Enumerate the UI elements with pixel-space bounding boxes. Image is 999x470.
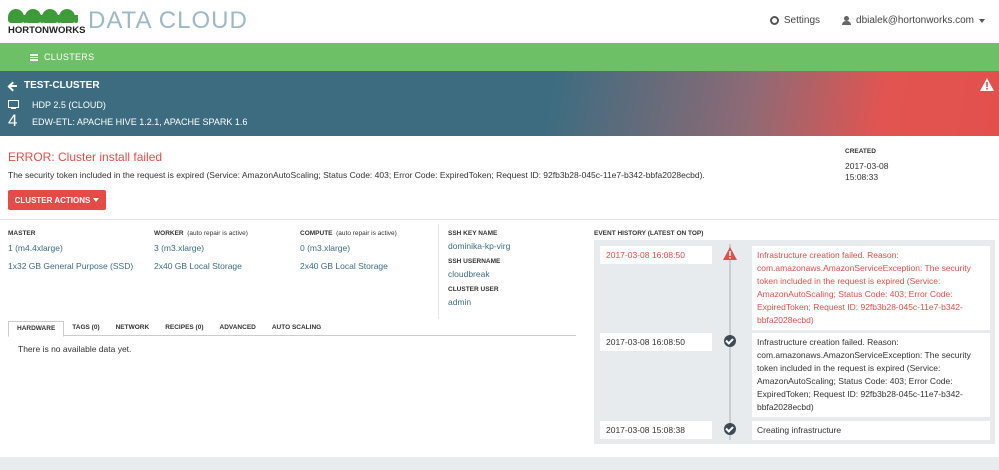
ssh-key-value: dominika-kp-virg [448,241,511,251]
worker-note: (auto repair is active) [187,230,248,237]
cluster-user-label: CLUSTER USER [448,286,499,293]
master-storage: 1x32 GB General Purpose (SSD) [8,261,134,271]
monitor-icon [8,100,19,109]
cluster-name: TEST-CLUSTER [24,80,100,91]
settings-label: Settings [783,15,821,26]
footer [0,457,999,470]
user-menu[interactable]: dbialek@hortonworks.com [842,15,985,26]
tab-recipes[interactable]: RECIPES (0) [157,321,211,335]
warning-icon [723,247,737,260]
back-to-clusters[interactable]: TEST-CLUSTER [8,80,100,91]
created-time: 15:08:33 [845,172,879,182]
divider [0,219,999,220]
event-message: Infrastructure creation failed. Reason: … [752,246,990,330]
hortonworks-logo[interactable]: HORTONWORKS [8,6,86,36]
divider [438,224,439,319]
compute-count: 0 (m3.xlarge) [300,243,351,253]
cluster-actions-button[interactable]: CLUSTER ACTIONS [8,190,106,210]
event-date: 2017-03-08 16:08:50 [600,333,712,351]
check-icon [723,422,737,436]
user-email: dbialek@hortonworks.com [856,15,974,26]
clusters-nav-link[interactable]: CLUSTERS [30,52,94,62]
no-data-message: There is no available data yet. [18,344,132,354]
compute-label: COMPUTE [300,230,333,237]
master-count: 1 (m4.4xlarge) [8,243,63,253]
settings-link[interactable]: Settings [769,15,821,26]
chevron-down-icon [93,198,100,202]
tab-hardware[interactable]: HARDWARE [8,321,65,337]
arrow-left-icon [8,81,18,91]
worker-storage: 2x40 GB Local Storage [154,261,242,271]
nav-bar: CLUSTERS [0,43,999,71]
warning-icon [980,78,994,91]
error-title: ERROR: Cluster install failed [8,150,163,164]
node-count: 4 [8,111,18,130]
compute-label-row: COMPUTE (auto repair is active) [300,230,397,237]
clusters-nav-label: CLUSTERS [44,52,95,62]
cluster-banner: TEST-CLUSTER HDP 2.5 (CLOUD) 4 EDW-ETL: … [0,71,999,136]
ssh-username-label: SSH USERNAME [448,258,501,265]
cluster-actions-label: CLUSTER ACTIONS [14,195,91,205]
top-bar: HORTONWORKS DATA CLOUD Settings dbialek@… [0,0,999,43]
created-date: 2017-03-08 [845,161,889,171]
check-icon [723,334,737,348]
stack-version: HDP 2.5 (CLOUD) [32,100,106,110]
master-column: MASTER 1 (m4.4xlarge) 1x32 GB General Pu… [8,230,133,279]
tab-advanced[interactable]: ADVANCED [212,321,264,335]
event-message: Infrastructure creation failed. Reason: … [752,333,990,417]
tab-network[interactable]: NETWORK [108,321,158,335]
cluster-user-value: admin [448,297,472,307]
worker-label-row: WORKER (auto repair is active) [154,230,248,237]
menu-icon [30,53,38,61]
cluster-services: EDW-ETL: APACHE HIVE 1.2.1, APACHE SPARK… [32,117,248,127]
event-date: 2017-03-08 15:08:38 [600,421,712,439]
logo-wordmark: HORTONWORKS [8,25,86,36]
error-message: The security token included in the reque… [8,170,705,180]
ssh-username-value: cloudbreak [448,269,490,279]
tab-auto-scaling[interactable]: AUTO SCALING [264,321,329,335]
app-title: DATA CLOUD [88,7,248,34]
gear-icon [769,16,779,25]
event-date: 2017-03-08 16:08:50 [600,246,712,264]
master-label: MASTER [8,230,36,237]
tab-tags[interactable]: TAGS (0) [64,321,107,335]
event-message: Creating infrastructure [752,421,990,440]
worker-count: 3 (m3.xlarge) [154,243,205,253]
compute-column: COMPUTE (auto repair is active) 0 (m3.xl… [300,230,397,279]
ssh-info: SSH KEY NAME dominika-kp-virg SSH USERNA… [448,230,510,314]
event-history-panel[interactable]: 2017-03-08 16:08:50 Infrastructure creat… [594,240,995,444]
chevron-down-icon [979,18,985,23]
user-icon [842,16,852,25]
compute-storage: 2x40 GB Local Storage [300,261,388,271]
created-info: CREATED 2017-03-08 15:08:33 [845,146,888,183]
event-history-title: EVENT HISTORY (LATEST ON TOP) [594,230,704,237]
elephants-icon [8,6,78,24]
compute-note: (auto repair is active) [336,230,397,237]
worker-label: WORKER [154,230,184,237]
worker-column: WORKER (auto repair is active) 3 (m3.xla… [154,230,248,279]
ssh-key-label: SSH KEY NAME [448,230,498,237]
details-tabs: HARDWARE TAGS (0) NETWORK RECIPES (0) AD… [8,321,576,337]
created-label: CREATED [845,148,876,155]
